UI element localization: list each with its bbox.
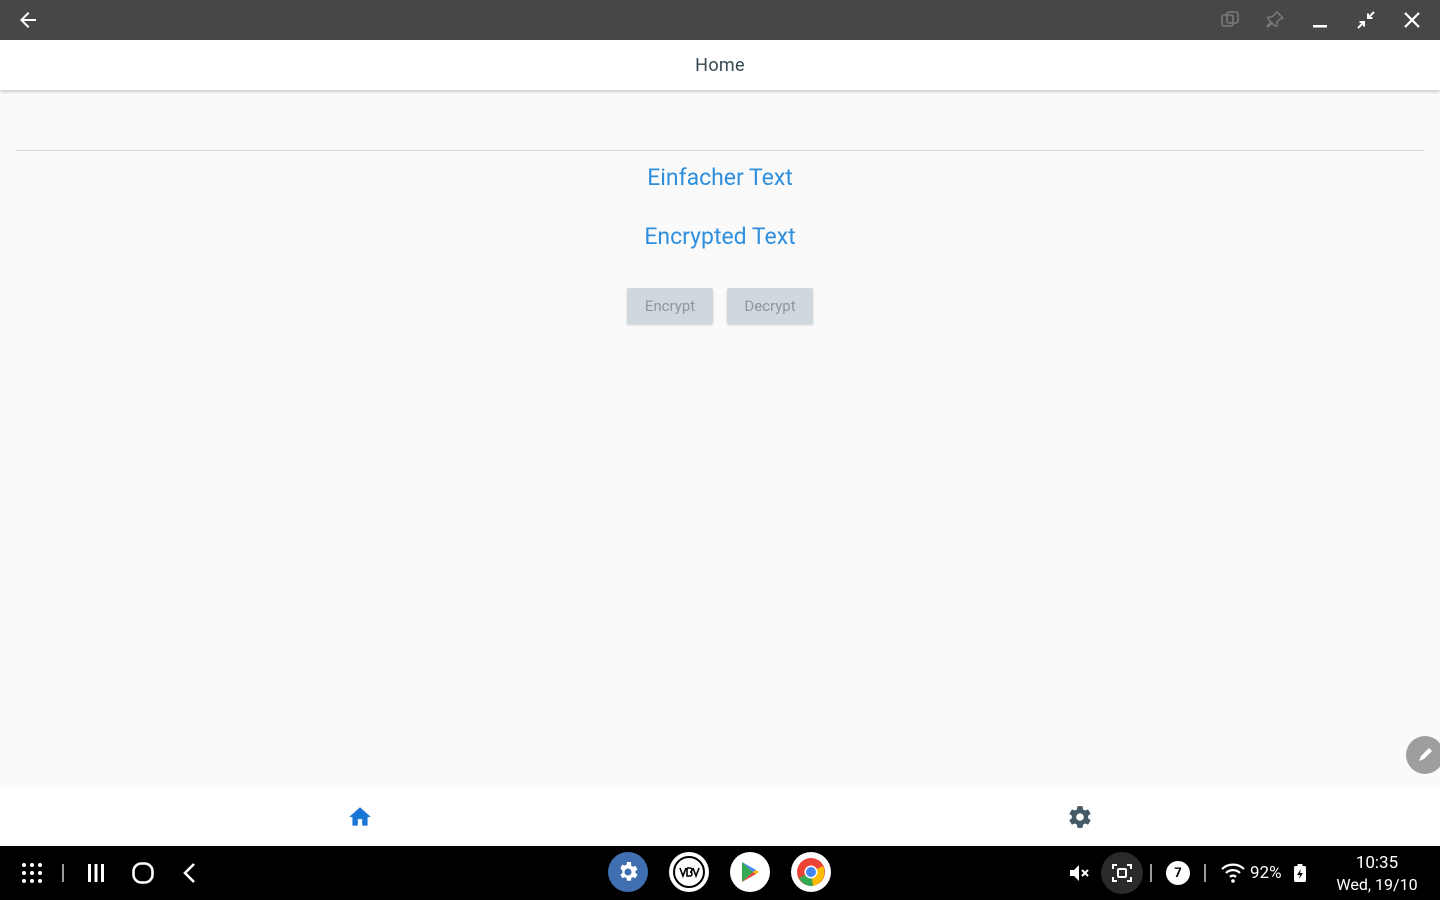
back-button[interactable] <box>12 4 44 36</box>
plain-text-link[interactable]: Einfacher Text <box>0 164 1440 191</box>
arrow-left-icon <box>20 12 36 28</box>
gear-icon <box>1069 806 1091 828</box>
app-drawer-button[interactable] <box>18 859 46 887</box>
main-content: Einfacher Text Encrypted Text Encrypt De… <box>0 90 1440 788</box>
action-buttons: Encrypt Decrypt <box>0 288 1440 324</box>
window-snap-icon <box>1221 11 1239 27</box>
decrypt-button[interactable]: Decrypt <box>727 288 813 324</box>
nav-settings[interactable] <box>720 788 1440 846</box>
window-title-bar <box>0 0 1440 40</box>
clock-date: Wed, 19/10 <box>1336 875 1418 894</box>
clock-time: 10:35 <box>1355 853 1399 873</box>
chrome-icon <box>797 858 825 887</box>
app-bar: Home <box>0 40 1440 90</box>
chevron-left-icon <box>183 863 195 883</box>
home-button[interactable] <box>129 859 157 887</box>
battery-status <box>1292 863 1308 883</box>
taskbar-separator <box>1150 864 1152 882</box>
pin-button[interactable] <box>1259 4 1291 36</box>
grid-icon <box>22 863 42 883</box>
recent-apps-button[interactable] <box>82 859 110 887</box>
close-button[interactable] <box>1396 4 1428 36</box>
window-snap-button[interactable] <box>1214 4 1246 36</box>
pin-icon <box>1266 11 1284 28</box>
notification-badge[interactable]: 7 <box>1166 861 1190 885</box>
wifi-icon <box>1221 863 1245 883</box>
close-icon <box>1404 12 1420 28</box>
minimize-icon <box>1313 25 1327 28</box>
bottom-navigation <box>0 788 1440 846</box>
mute-button[interactable] <box>1066 861 1092 885</box>
notification-count: 7 <box>1174 865 1182 881</box>
battery-percentage: 92% <box>1250 863 1282 883</box>
home-icon <box>349 807 371 826</box>
recents-icon <box>88 864 104 882</box>
home-circle-icon <box>132 862 154 884</box>
dock-bvb-app[interactable] <box>669 852 709 892</box>
minimize-button[interactable] <box>1304 4 1336 36</box>
nav-home[interactable] <box>0 788 720 846</box>
restore-button[interactable] <box>1350 4 1382 36</box>
screenshot-button[interactable] <box>1101 852 1143 894</box>
play-store-icon <box>742 862 759 882</box>
gear-icon <box>620 862 638 881</box>
edit-fab[interactable] <box>1406 736 1440 774</box>
pencil-icon <box>1419 748 1432 761</box>
volume-mute-icon <box>1070 865 1089 881</box>
battery-charging-icon <box>1294 864 1306 882</box>
app-logo-icon <box>673 856 705 888</box>
dock-play-store-app[interactable] <box>730 852 770 892</box>
screen-capture-icon <box>1112 864 1132 882</box>
taskbar-separator <box>62 864 64 882</box>
encrypted-text-link[interactable]: Encrypted Text <box>0 223 1440 250</box>
page-title: Home <box>695 54 745 76</box>
system-back-button[interactable] <box>176 859 204 887</box>
taskbar-separator <box>1204 864 1206 882</box>
wifi-status[interactable] <box>1219 861 1247 885</box>
clock[interactable]: 10:35 Wed, 19/10 <box>1322 852 1432 896</box>
collapse-arrows-icon <box>1357 11 1375 29</box>
encrypt-button[interactable]: Encrypt <box>627 288 713 324</box>
divider <box>16 150 1424 151</box>
dock-chrome-app[interactable] <box>791 852 831 892</box>
dock-settings-app[interactable] <box>608 852 648 892</box>
